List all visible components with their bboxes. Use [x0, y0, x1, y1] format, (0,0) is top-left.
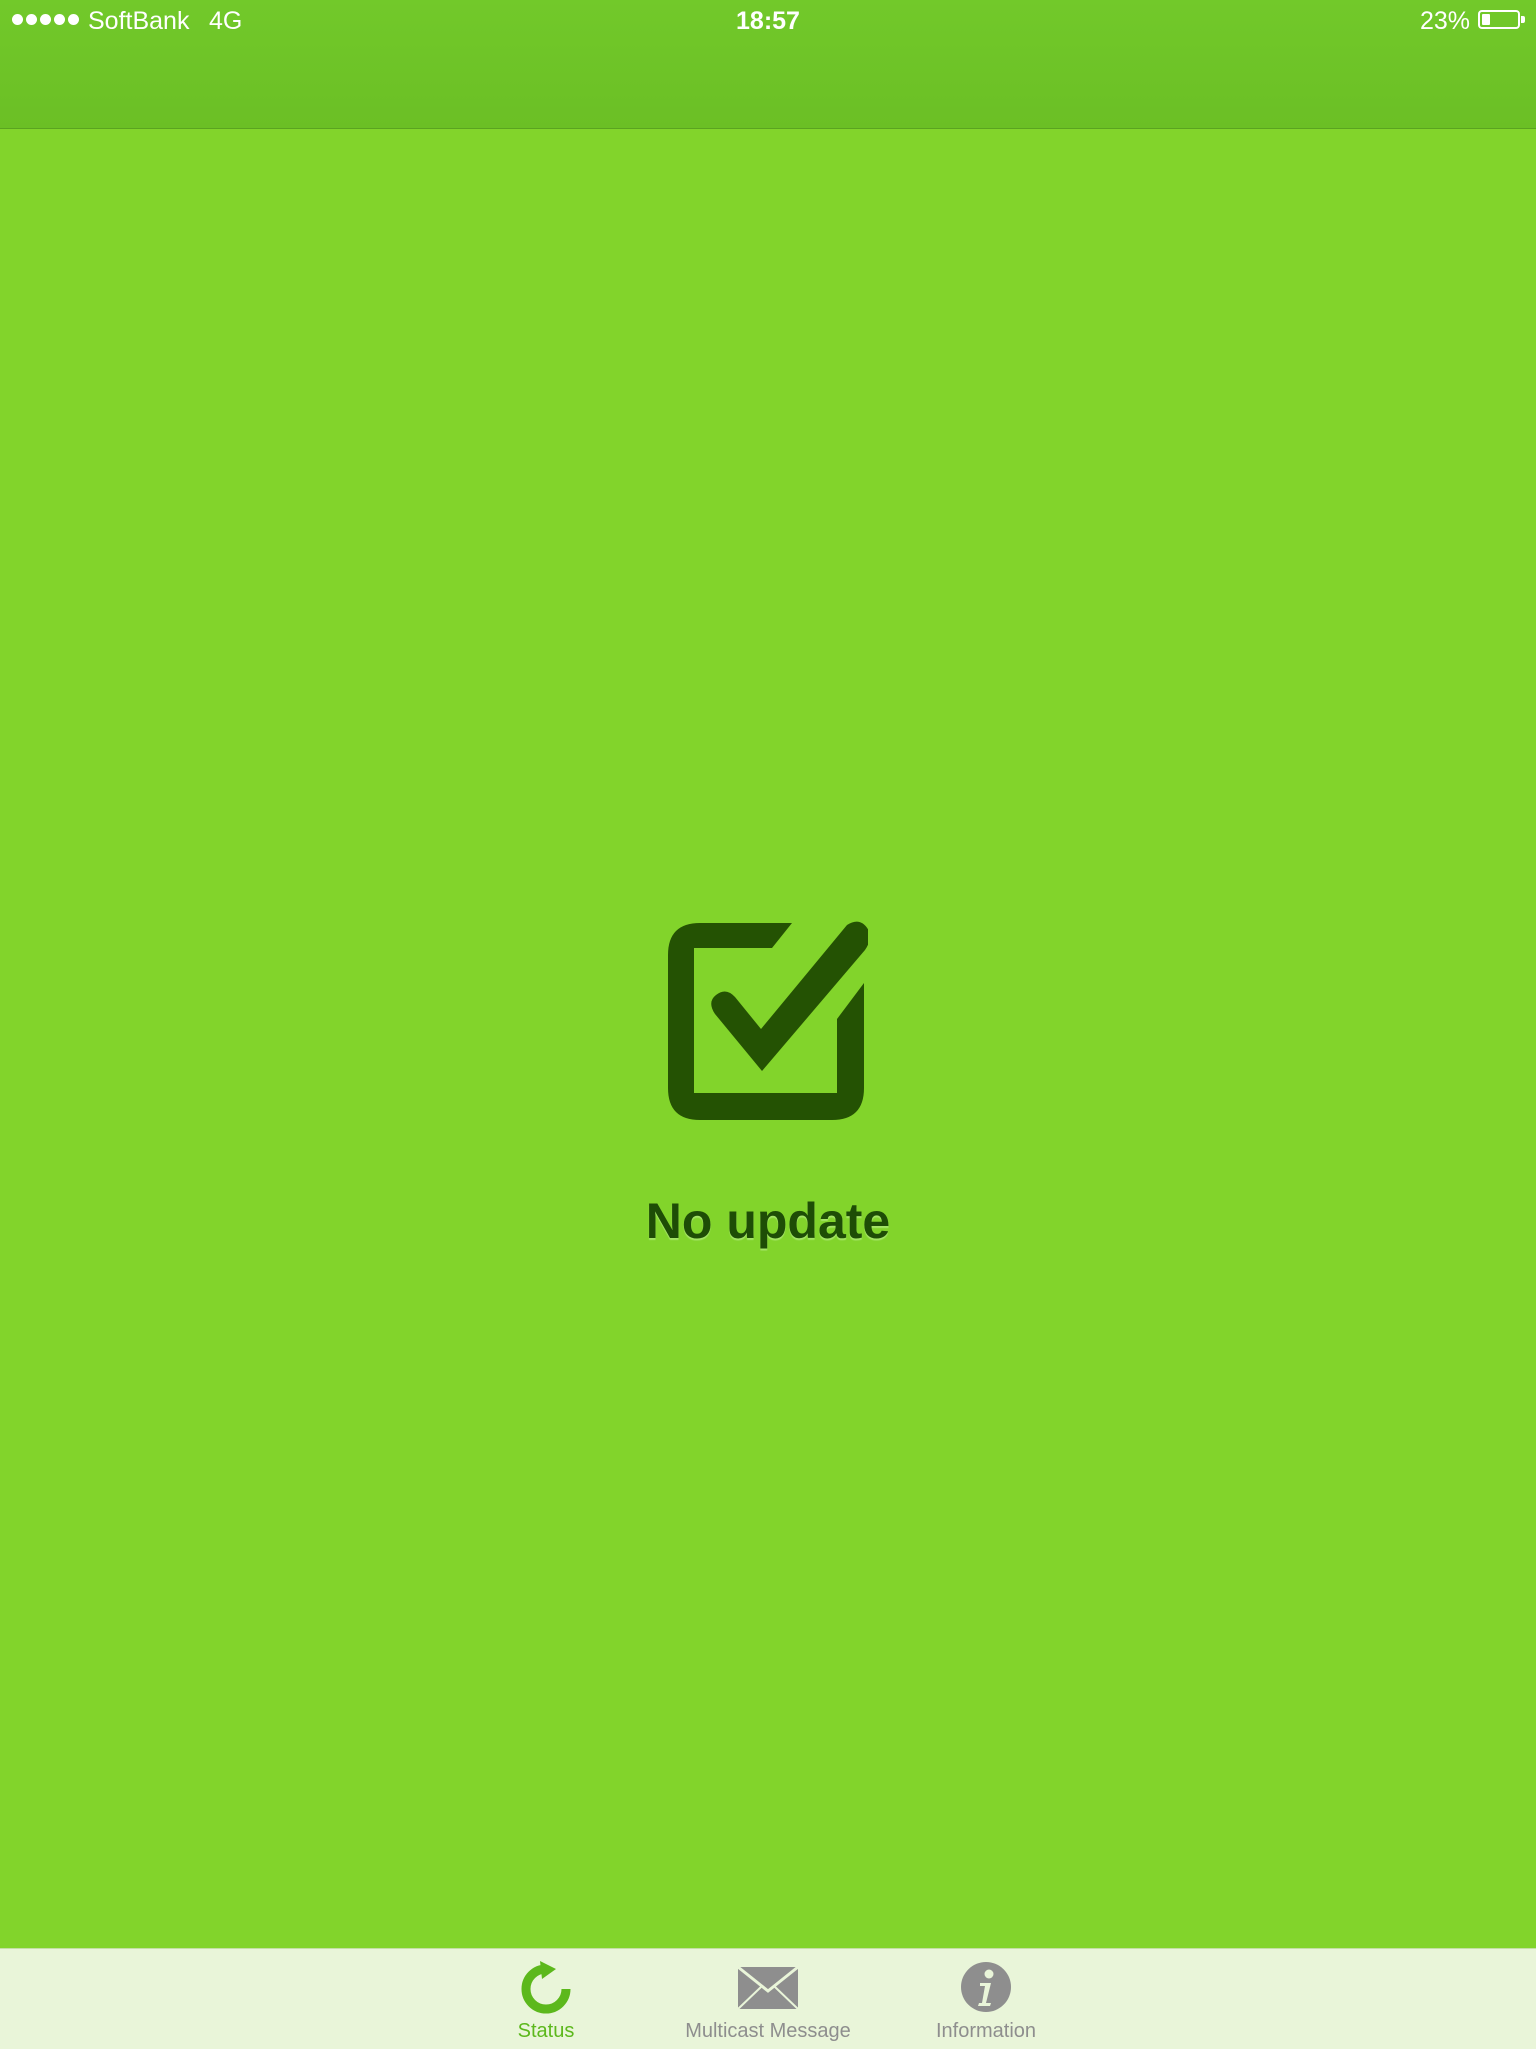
status-message: No update	[645, 1193, 891, 1249]
checkbox-checked-icon	[668, 921, 868, 1120]
status-bar-time: 18:57	[736, 7, 800, 35]
tab-multicast-message[interactable]: Multicast Message	[678, 1949, 858, 2049]
battery-icon	[1478, 10, 1520, 29]
envelope-icon	[737, 1965, 799, 2010]
tab-information-label: Information	[935, 2020, 1037, 2042]
tab-multicast-message-label: Multicast Message	[685, 2020, 851, 2042]
tab-status[interactable]: Status	[476, 1949, 616, 2049]
tab-status-label: Status	[517, 2020, 575, 2042]
battery-percentage: 23%	[1419, 7, 1470, 35]
navigation-bar: SoftBank 4G 18:57 23%	[0, 0, 1536, 129]
tab-bar: Status Multicast Message Information	[0, 1948, 1536, 2049]
refresh-icon	[521, 1961, 571, 2014]
tab-information[interactable]: Information	[916, 1949, 1056, 2049]
info-icon	[961, 1962, 1011, 2012]
battery-level-fill	[1482, 14, 1490, 25]
battery-terminal	[1521, 16, 1525, 23]
